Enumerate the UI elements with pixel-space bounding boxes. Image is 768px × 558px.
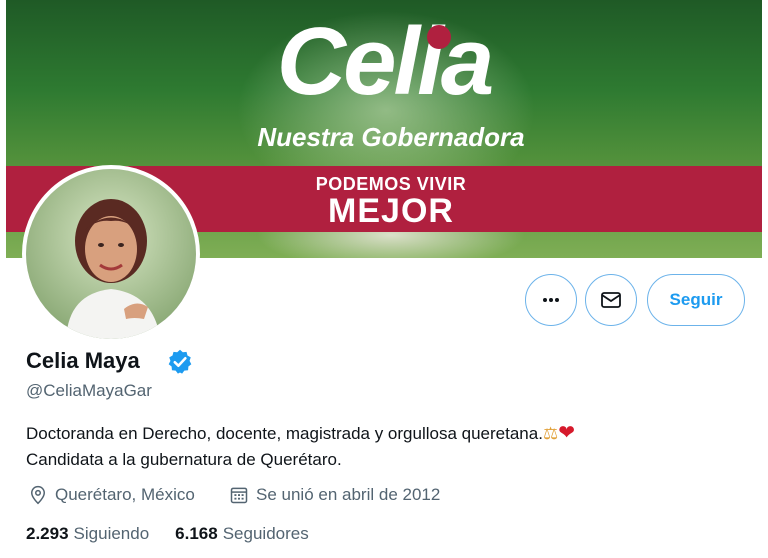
banner-logo-dot: [427, 25, 451, 49]
user-handle: @CeliaMayaGar: [26, 381, 152, 400]
avatar[interactable]: [22, 165, 200, 343]
calendar-icon: [230, 487, 248, 504]
location-pin-icon: [30, 485, 46, 505]
bio-text-1: Doctoranda en Derecho, docente, magistra…: [26, 424, 543, 443]
following-count: 2.293: [26, 524, 69, 543]
profile-location: Querétaro, México: [28, 485, 195, 505]
banner-name-logo: Celia: [276, 8, 494, 115]
join-date-text: Se unió en abril de 2012: [256, 485, 441, 504]
more-options-button[interactable]: [525, 274, 577, 326]
mail-icon: [601, 292, 621, 308]
profile-stats: 2.293 Siguiendo 6.168 Seguidores: [26, 524, 335, 544]
banner-subtitle: Nuestra Gobernadora: [257, 122, 525, 152]
followers-label: Seguidores: [222, 524, 309, 543]
message-button[interactable]: [585, 274, 637, 326]
display-name: Celia Maya: [26, 348, 140, 373]
following-label: Siguiendo: [73, 524, 150, 543]
follow-button[interactable]: Seguir: [647, 274, 745, 326]
avatar-photo: [26, 169, 196, 339]
ellipsis-icon: [543, 298, 559, 302]
bio-line-1: Doctoranda en Derecho, docente, magistra…: [26, 420, 726, 447]
following-link[interactable]: 2.293 Siguiendo: [26, 524, 149, 544]
followers-count: 6.168: [175, 524, 218, 543]
bio-line-2: Candidata a la gubernatura de Querétaro.: [26, 450, 342, 469]
heart-icon: ❤: [558, 420, 575, 444]
balance-scale-icon: ⚖: [542, 424, 559, 444]
location-text: Querétaro, México: [55, 485, 195, 504]
profile-join-date: Se unió en abril de 2012: [229, 485, 440, 505]
profile-bio: Doctoranda en Derecho, docente, magistra…: [26, 420, 726, 472]
verified-badge-icon[interactable]: [166, 348, 194, 376]
followers-link[interactable]: 6.168 Seguidores: [175, 524, 309, 544]
